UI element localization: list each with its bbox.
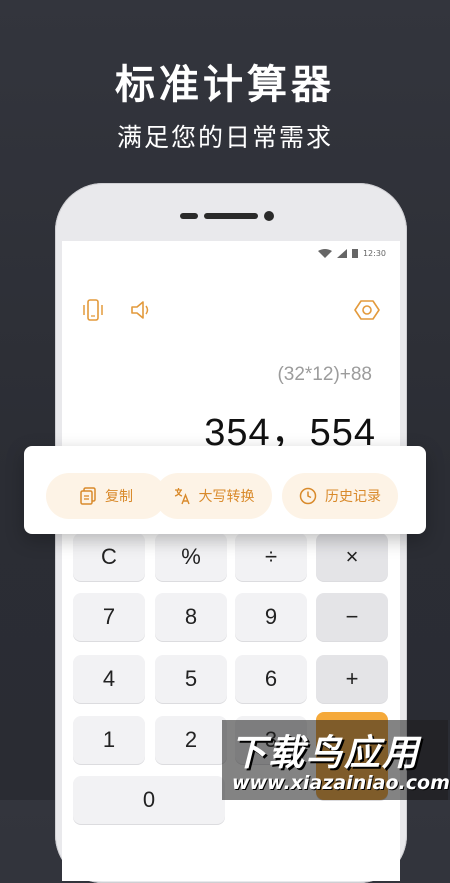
clock-icon	[299, 487, 317, 505]
vibrate-icon[interactable]	[80, 297, 106, 323]
status-bar: 12:30	[317, 249, 386, 258]
key-6[interactable]: 6	[235, 655, 307, 703]
key-divide[interactable]: ÷	[235, 533, 307, 581]
key-8[interactable]: 8	[155, 593, 227, 641]
battery-icon	[351, 249, 358, 258]
uppercase-convert-button[interactable]: 大写转换	[155, 473, 272, 519]
hero-subtitle: 满足您的日常需求	[116, 123, 333, 152]
phone-speaker	[180, 211, 276, 221]
history-button[interactable]: 历史记录	[282, 473, 398, 519]
key-4[interactable]: 4	[73, 655, 145, 703]
key-clear[interactable]: C	[73, 533, 145, 581]
hero-title: 标准计算器	[115, 62, 335, 108]
watermark-url: www.xiazainiao.com	[232, 772, 450, 794]
watermark-title: 下载鸟应用	[230, 733, 421, 774]
wifi-icon	[317, 249, 332, 258]
uppercase-convert-label: 大写转换	[198, 489, 255, 505]
key-7[interactable]: 7	[73, 593, 145, 641]
key-0[interactable]: 0	[73, 776, 225, 824]
history-label: 历史记录	[325, 489, 381, 505]
copy-icon	[80, 487, 96, 505]
key-percent[interactable]: %	[155, 533, 227, 581]
translate-icon	[174, 488, 190, 505]
copy-button[interactable]: 复制	[46, 473, 166, 519]
key-plus[interactable]: +	[316, 655, 388, 703]
camera-icon	[264, 211, 274, 221]
sound-icon[interactable]	[128, 297, 154, 323]
status-time: 12:30	[362, 249, 386, 258]
settings-hexagon-icon[interactable]	[354, 297, 380, 323]
key-1[interactable]: 1	[73, 716, 145, 764]
key-multiply[interactable]: ×	[316, 533, 388, 581]
action-card: 复制 大写转换 历史记录	[24, 446, 426, 534]
key-9[interactable]: 9	[235, 593, 307, 641]
key-2[interactable]: 2	[155, 716, 227, 764]
key-5[interactable]: 5	[155, 655, 227, 703]
expression-display: (32*12)+88	[277, 364, 372, 385]
copy-label: 复制	[105, 489, 133, 505]
key-minus[interactable]: −	[316, 593, 388, 641]
signal-icon	[336, 249, 347, 258]
watermark: 下载鸟应用 www.xiazainiao.com	[222, 720, 450, 800]
